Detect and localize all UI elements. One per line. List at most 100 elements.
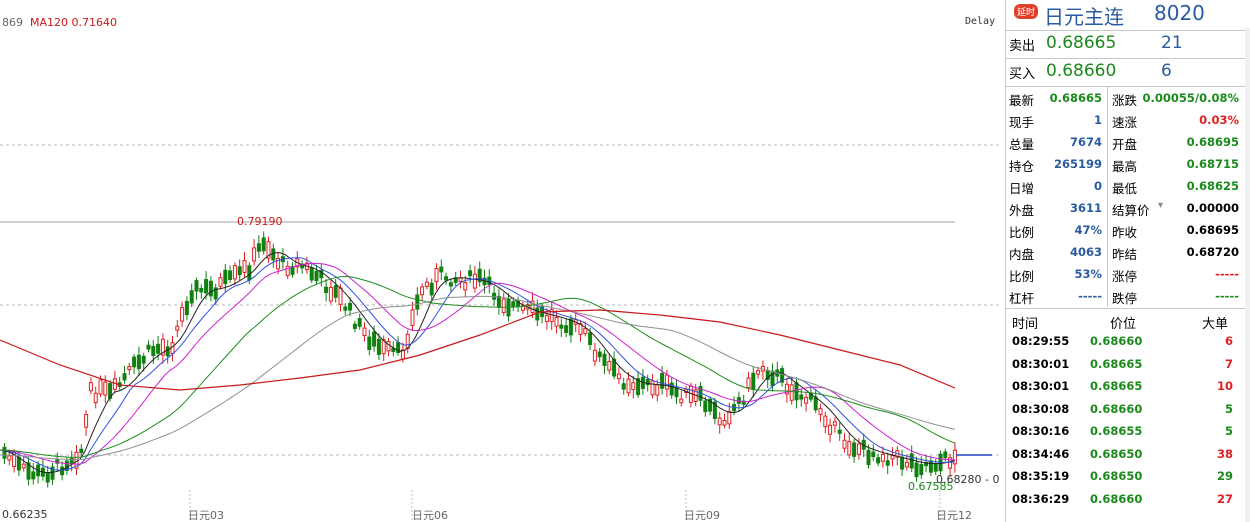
tick-row: 08:34:46 0.68650 38 [1006,443,1250,465]
candle-body [136,354,141,370]
tick-volume: 5 [1224,424,1233,438]
kline-chart-canvas[interactable]: 0.791900.662350.675850.68280 - 0.日元03 日元0… [0,0,1000,522]
stat-label: 最高 [1112,159,1138,174]
candle-body [218,277,223,287]
tick-volume: 27 [1216,491,1233,506]
tick-volume: 29 [1216,469,1233,483]
candle-body [357,318,362,327]
candle-body [832,421,837,426]
candle-body [650,380,655,396]
candle-body [189,290,194,304]
candle-body [674,387,679,398]
stats-row: 比例 47% 昨收 0.68695 [1006,219,1250,241]
candle-body [424,281,429,287]
stat-label: 速涨 [1112,115,1138,130]
tick-volume: 10 [1216,379,1233,393]
candle-body [352,323,357,329]
tick-time: 08:30:16 [1012,424,1070,438]
stat-value: 1 [1093,113,1102,127]
candle-body [165,346,170,357]
candle-body [232,265,237,280]
candle-body [448,282,453,287]
stat-label: 结算价 [1112,203,1150,218]
candle-body [660,372,665,389]
candle-body [429,282,434,296]
tick-row: 08:29:55 0.68660 6 [1006,330,1250,352]
panel-scrollbar[interactable] [1245,28,1250,522]
ma120-label: MA120 0.71640 [30,16,117,29]
candle-body [597,351,602,358]
candle-body [242,260,247,273]
candle-body [247,265,252,281]
candle-body [348,302,353,311]
stat-value: 0.68695 [1186,223,1239,237]
candle-body [564,325,569,333]
candle-body [928,460,933,473]
stat-value: 0.03% [1199,113,1239,127]
candle-body [679,398,684,404]
stat-value: ----- [1215,267,1239,281]
candle-body [98,379,103,395]
stat-label: 比例 [1009,269,1035,284]
candle-body [818,408,823,416]
tick-volume: 7 [1224,356,1233,371]
candle-body [904,461,909,468]
stat-value: 0.68665 [1049,91,1102,105]
candle-body [727,410,732,425]
candle-body [122,373,127,381]
candle-body [933,463,938,472]
candle-body [688,385,693,404]
tick-price: 0.68650 [1090,446,1143,461]
candle-body [789,384,794,401]
candle-body [184,300,189,316]
stat-value: 265199 [1053,157,1102,171]
candle-body [199,287,204,293]
candle-body [285,265,290,277]
quote-panel: 延时 日元主连 8020 卖出 0.68665 21 买入 0.68660 6 … [1005,0,1250,522]
candle-body [544,315,549,322]
candle-body [314,270,319,282]
delay-badge: 延时 [1014,4,1039,19]
x-axis-label: 日元09 [684,509,720,522]
candle-body [919,464,924,476]
dropdown-icon[interactable]: ▾ [1158,200,1163,211]
tick-row: 08:30:01 0.68665 10 [1006,375,1250,397]
candle-body [847,441,852,456]
candle-body [626,378,631,394]
tick-time: 08:35:19 [1012,469,1070,483]
stat-value: 0.00055/0.08% [1142,91,1239,105]
ma120-line [0,309,956,391]
tick-price: 0.68660 [1090,334,1143,348]
candle-body [2,446,7,459]
candle-body [602,353,607,366]
kline-chart[interactable]: 0.79190 0.66235 0.67585 0.68280 - 0. 日元03 日元0… [0,0,1000,522]
ask-row: 卖出 0.68665 21 [1006,30,1250,57]
candle-body [180,307,185,322]
candle-body [79,448,84,454]
stats-row: 杠杆 ----- 跌停 ----- [1006,285,1250,307]
stats-row: 最新 0.68665 涨跌 0.00055/0.08% [1006,87,1250,109]
tick-volume: 5 [1224,401,1233,416]
ask-price: 0.68665 [1046,33,1117,53]
ma60-line [0,295,956,460]
contract-title: 延时 日元主连 8020 [1006,0,1250,30]
stat-label: 持仓 [1009,159,1035,174]
candle-body [828,424,833,435]
candle-body [386,341,391,352]
stat-label: 涨停 [1112,269,1138,284]
candle-body [271,248,276,261]
candle-body [885,460,890,466]
candle-body [31,471,36,480]
candle-body [943,451,948,459]
stat-value: 0.68715 [1186,157,1239,171]
low-price-label: 0.66235 [2,508,48,521]
candle-body [463,282,468,291]
tick-time: 08:30:01 [1012,379,1070,393]
candle-body [84,414,89,428]
candle-body [237,266,242,276]
stat-value: 3611 [1069,201,1102,215]
candle-body [410,309,415,326]
stat-value: ----- [1215,289,1239,303]
candle-body [208,280,213,297]
tick-price: 0.68655 [1090,424,1143,438]
